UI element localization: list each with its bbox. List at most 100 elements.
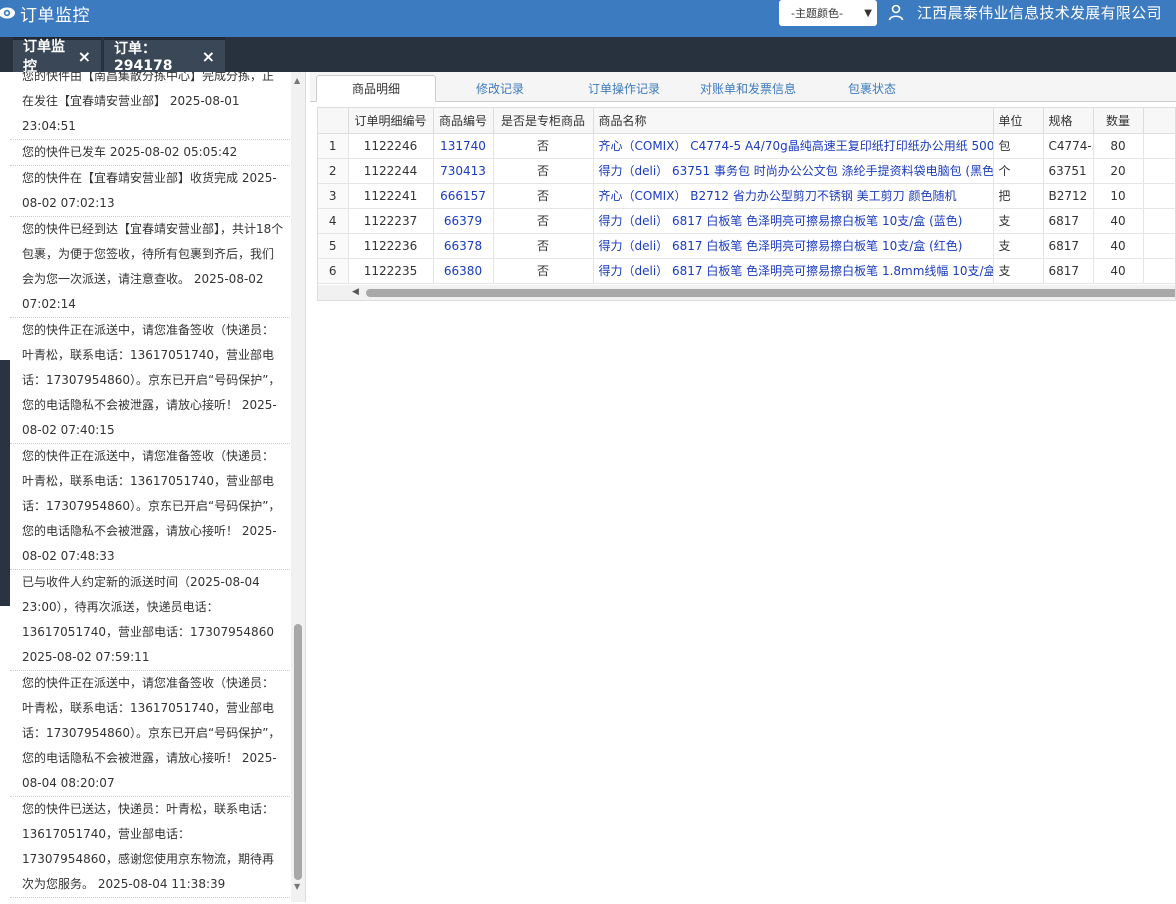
logistics-log-panel[interactable]: 您的快件由【南昌集散分拣中心】完成分拣，正在发往【宜春靖安营业部】 2025-0… bbox=[10, 72, 306, 902]
log-list: 您的快件由【南昌集散分拣中心】完成分拣，正在发往【宜春靖安营业部】 2025-0… bbox=[10, 72, 292, 898]
table-cell: 1122236 bbox=[348, 233, 434, 259]
log-entry: 您的快件已发车 2025-08-02 05:05:42 bbox=[10, 140, 292, 166]
column-header[interactable]: 数量 bbox=[1093, 108, 1144, 134]
product-code-link[interactable]: 666157 bbox=[433, 183, 494, 209]
table-cell: 6817 bbox=[1043, 233, 1094, 259]
scroll-down-icon[interactable]: ▼ bbox=[294, 882, 300, 891]
app-title: 订单监控 bbox=[20, 5, 90, 26]
product-table: 订单明细编号 商品编号 是否是专柜商品 商品名称 单位 规格 数量 1 11222… bbox=[318, 108, 1175, 284]
detail-subtabs: 商品明细 修改记录 订单操作记录 对账单和发票信息 包裹状态 bbox=[310, 72, 1176, 102]
log-entry: 已与收件人约定新的派送时间（2025-08-04 23:00），待再次派送，快递… bbox=[10, 570, 292, 671]
column-header[interactable]: 商品名称 bbox=[593, 108, 994, 134]
table-cell-filler bbox=[1143, 183, 1175, 209]
tab-order-monitor[interactable]: 订单监控 × bbox=[13, 37, 101, 75]
table-cell-filler bbox=[1143, 258, 1175, 284]
column-header[interactable]: 单位 bbox=[993, 108, 1044, 134]
page-tab-strip: 订单监控 × 订单：294178 × bbox=[0, 37, 1176, 75]
horizontal-scrollbar[interactable]: ◀ bbox=[318, 285, 1175, 300]
product-code-link[interactable]: 66379 bbox=[433, 208, 494, 234]
table-cell: 把 bbox=[993, 183, 1044, 209]
table-cell: 63751 bbox=[1043, 158, 1094, 184]
column-header[interactable]: 商品编号 bbox=[433, 108, 494, 134]
table-row[interactable]: 5 1122236 66378 否得力（deli） 6817 白板笔 色泽明亮可擦易擦… bbox=[318, 233, 1175, 259]
column-header-filler bbox=[1143, 108, 1175, 134]
column-header[interactable]: 是否是专柜商品 bbox=[493, 108, 594, 134]
product-code-link[interactable]: 131740 bbox=[433, 133, 494, 159]
tab-order-operation-log[interactable]: 订单操作记录 bbox=[564, 75, 684, 102]
table-cell: 否 bbox=[493, 233, 594, 259]
table-row[interactable]: 3 1122241 666157 否齐心（COMIX） B2712 省力办公型剪刀不锈… bbox=[318, 183, 1175, 209]
table-row[interactable]: 4 1122237 66379 否得力（deli） 6817 白板笔 色泽明亮可擦易擦… bbox=[318, 208, 1175, 234]
table-row[interactable]: 1 1122246 131740 否齐心（COMIX） C4774-5 A4/70g晶… bbox=[318, 133, 1175, 159]
user-icon[interactable] bbox=[887, 3, 905, 21]
product-code-link[interactable]: 730413 bbox=[433, 158, 494, 184]
table-cell: 1122246 bbox=[348, 133, 434, 159]
collapsed-sidebar bbox=[0, 72, 10, 904]
table-cell: 40 bbox=[1093, 233, 1144, 259]
brand: 订单监控 bbox=[0, 0, 90, 26]
product-name-link[interactable]: 齐心（COMIX） C4774-5 A4/70g晶纯高速王复印纸打印纸办公用纸 … bbox=[593, 133, 994, 159]
table-cell: 6817 bbox=[1043, 258, 1094, 284]
table-cell: 否 bbox=[493, 183, 594, 209]
close-icon[interactable]: × bbox=[202, 47, 215, 66]
product-detail-grid: 订单明细编号 商品编号 是否是专柜商品 商品名称 单位 规格 数量 1 11222… bbox=[317, 107, 1176, 301]
table-row[interactable]: 6 1122235 66380 否得力（deli） 6817 白板笔 色泽明亮可擦易擦… bbox=[318, 258, 1175, 284]
table-cell: 个 bbox=[993, 158, 1044, 184]
table-cell-filler bbox=[1143, 233, 1175, 259]
company-name[interactable]: 江西晨泰伟业信息技术发展有限公司 bbox=[917, 2, 1162, 23]
row-number: 1 bbox=[318, 133, 349, 159]
top-header: 订单监控 -主题颜色- ▼ 江西晨泰伟业信息技术发展有限公司 bbox=[0, 0, 1176, 37]
table-cell-filler bbox=[1143, 208, 1175, 234]
table-cell: 支 bbox=[993, 208, 1044, 234]
tab-modification-log[interactable]: 修改记录 bbox=[440, 75, 560, 102]
product-name-link[interactable]: 得力（deli） 6817 白板笔 色泽明亮可擦易擦白板笔 10支/盒 (蓝色) bbox=[593, 208, 994, 234]
scroll-thumb[interactable] bbox=[294, 624, 302, 880]
table-cell: C4774-5 bbox=[1043, 133, 1094, 159]
table-cell: 支 bbox=[993, 233, 1044, 259]
column-header[interactable]: 规格 bbox=[1043, 108, 1094, 134]
column-header bbox=[318, 108, 349, 134]
scroll-thumb[interactable] bbox=[366, 289, 1175, 297]
tab-order-detail[interactable]: 订单：294178 × bbox=[104, 37, 225, 74]
log-entry: 您的快件已送达，快递员：叶青松，联系电话：13617051740，营业部电话：1… bbox=[10, 797, 292, 898]
table-cell: 1122237 bbox=[348, 208, 434, 234]
product-name-link[interactable]: 得力（deli） 6817 白板笔 色泽明亮可擦易擦白板笔 1.8mm线幅 10… bbox=[593, 258, 994, 284]
row-number: 4 bbox=[318, 208, 349, 234]
product-name-link[interactable]: 齐心（COMIX） B2712 省力办公型剪刀不锈钢 美工剪刀 颜色随机 bbox=[593, 183, 994, 209]
log-entry: 您的快件已经到达【宜春靖安营业部】，共计18个包裹，为便于您签收，待所有包裹到齐… bbox=[10, 217, 292, 318]
tab-label: 订单监控 bbox=[23, 39, 65, 75]
vertical-scrollbar[interactable]: ▲ ▼ bbox=[291, 72, 305, 902]
table-row[interactable]: 2 1122244 730413 否得力（deli） 63751 事务包 时尚办公公文… bbox=[318, 158, 1175, 184]
eye-icon bbox=[0, 7, 15, 19]
table-cell: 支 bbox=[993, 258, 1044, 284]
tab-label: 订单：294178 bbox=[114, 41, 173, 74]
product-name-link[interactable]: 得力（deli） 6817 白板笔 色泽明亮可擦易擦白板笔 10支/盒 (红色) bbox=[593, 233, 994, 259]
table-cell: 否 bbox=[493, 133, 594, 159]
table-cell: 80 bbox=[1093, 133, 1144, 159]
row-number: 5 bbox=[318, 233, 349, 259]
log-entry: 您的快件由【南昌集散分拣中心】完成分拣，正在发往【宜春靖安营业部】 2025-0… bbox=[10, 72, 292, 140]
scroll-up-icon[interactable]: ▲ bbox=[294, 76, 300, 85]
chevron-down-icon: ▼ bbox=[864, 8, 872, 19]
product-name-link[interactable]: 得力（deli） 63751 事务包 时尚办公公文包 涤纶手提资料袋电脑包 (黑… bbox=[593, 158, 994, 184]
scroll-left-icon[interactable]: ◀ bbox=[352, 287, 359, 297]
theme-color-select[interactable]: -主题颜色- ▼ bbox=[779, 0, 877, 26]
table-cell: 1122241 bbox=[348, 183, 434, 209]
table-cell-filler bbox=[1143, 133, 1175, 159]
table-cell: 否 bbox=[493, 208, 594, 234]
product-code-link[interactable]: 66378 bbox=[433, 233, 494, 259]
table-cell: 包 bbox=[993, 133, 1044, 159]
table-cell: 1122244 bbox=[348, 158, 434, 184]
table-cell: 20 bbox=[1093, 158, 1144, 184]
column-header[interactable]: 订单明细编号 bbox=[348, 108, 434, 134]
tab-package-status[interactable]: 包裹状态 bbox=[812, 75, 932, 102]
table-cell: 否 bbox=[493, 258, 594, 284]
close-icon[interactable]: × bbox=[78, 47, 91, 66]
log-entry: 您的快件在【宜春靖安营业部】收货完成 2025-08-02 07:02:13 bbox=[10, 166, 292, 217]
tab-product-details[interactable]: 商品明细 bbox=[316, 75, 436, 102]
order-detail-content: 商品明细 修改记录 订单操作记录 对账单和发票信息 包裹状态 订单明细编号 商品… bbox=[310, 72, 1176, 904]
log-entry: 您的快件正在派送中，请您准备签收（快递员：叶青松，联系电话：1361705174… bbox=[10, 318, 292, 444]
product-code-link[interactable]: 66380 bbox=[433, 258, 494, 284]
tab-statement-invoice[interactable]: 对账单和发票信息 bbox=[688, 75, 808, 102]
log-entry: 您的快件正在派送中，请您准备签收（快递员：叶青松，联系电话：1361705174… bbox=[10, 444, 292, 570]
